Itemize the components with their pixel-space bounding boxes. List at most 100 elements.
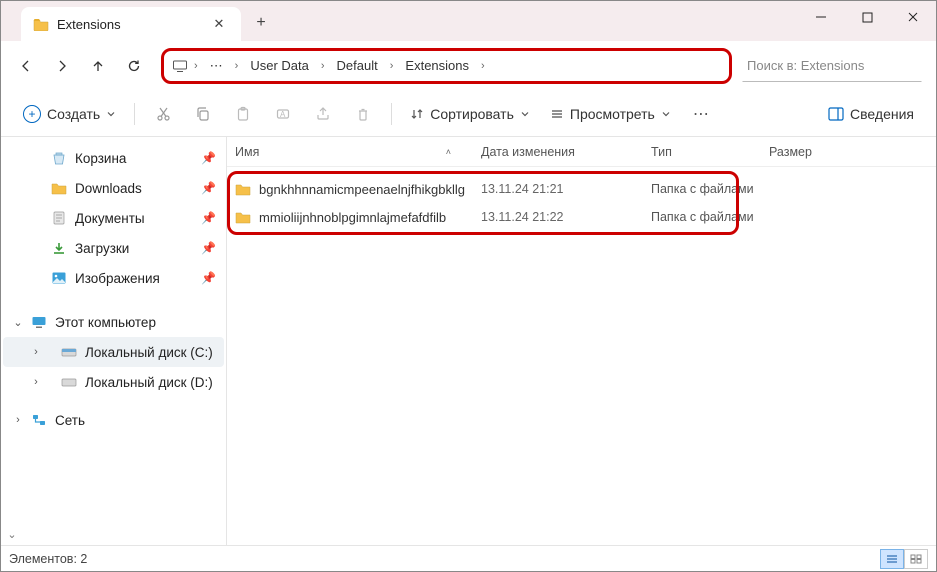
refresh-button[interactable] [117,49,151,83]
column-name[interactable]: Имя ˄ [235,145,481,159]
paste-button[interactable] [225,98,261,130]
chevron-right-icon[interactable]: › [233,60,241,72]
cut-button[interactable] [145,98,181,130]
details-label: Сведения [850,106,914,122]
breadcrumb-segment[interactable]: Extensions [399,54,475,77]
copy-button[interactable] [185,98,221,130]
recycle-bin-icon [51,151,67,165]
table-row[interactable]: mmioliijnhnoblpgimnlajmefafdfilb 13.11.2… [227,203,936,231]
sidebar-item-recycle[interactable]: Корзина 📌 [3,143,224,173]
sort-label: Сортировать [430,106,514,122]
expand-toggle[interactable]: › [29,346,43,358]
view-toggle [880,549,928,569]
table-row[interactable]: bgnkhhnnamicmpeenaelnjfhikgbkllg 13.11.2… [227,175,936,203]
up-button[interactable] [81,49,115,83]
pc-icon [172,59,188,73]
rename-button[interactable]: A [265,98,301,130]
sort-icon [410,107,424,121]
chevron-down-icon [661,109,671,119]
breadcrumb-segment[interactable]: Default [331,54,384,77]
file-date: 13.11.24 21:21 [481,182,651,196]
expand-toggle[interactable]: › [11,414,25,426]
sidebar-item-network[interactable]: › Сеть [3,405,224,435]
sidebar-item-images[interactable]: Изображения 📌 [3,263,224,293]
sidebar-item-drive-d[interactable]: › Локальный диск (D:) [3,367,224,397]
maximize-button[interactable] [844,1,890,33]
sidebar-item-thispc[interactable]: ⌄ Этот компьютер [3,307,224,337]
tab-close-button[interactable]: ✕ [207,12,231,36]
rows-container: bgnkhhnnamicmpeenaelnjfhikgbkllg 13.11.2… [227,167,936,231]
file-name: mmioliijnhnoblpgimnlajmefafdfilb [259,210,446,225]
details-pane-button[interactable]: Сведения [820,98,922,130]
column-size[interactable]: Размер [769,145,849,159]
separator [134,103,135,125]
view-label: Просмотреть [570,106,655,122]
share-button[interactable] [305,98,341,130]
pin-icon: 📌 [201,181,216,195]
download-icon [51,241,67,255]
sidebar-item-documents[interactable]: Документы 📌 [3,203,224,233]
file-type: Папка с файлами [651,210,769,224]
view-button[interactable]: Просмотреть [542,98,679,130]
folder-icon [33,17,49,31]
address-bar-row: › ⋯ › User Data › Default › Extensions ›… [1,41,936,91]
delete-button[interactable] [345,98,381,130]
column-headers[interactable]: Имя ˄ Дата изменения Тип Размер [227,137,936,167]
sidebar-label: Корзина [75,151,126,166]
plus-circle-icon: + [23,105,41,123]
tab-extensions[interactable]: Extensions ✕ [21,7,241,41]
sidebar-item-drive-c[interactable]: › Локальный диск (C:) [3,337,224,367]
titlebar: Extensions ✕ + [1,1,936,41]
status-bar: Элементов: 2 [1,545,936,571]
sidebar-item-downloads[interactable]: Downloads 📌 [3,173,224,203]
sidebar-label: Изображения [75,271,160,286]
chevron-right-icon[interactable]: › [192,60,200,72]
pin-icon: 📌 [201,151,216,165]
close-window-button[interactable] [890,1,936,33]
sidebar-item-zagruzki[interactable]: Загрузки 📌 [3,233,224,263]
breadcrumb[interactable]: › ⋯ › User Data › Default › Extensions › [161,48,732,84]
chevron-down-icon [520,109,530,119]
file-list: Имя ˄ Дата изменения Тип Размер bgnkhhnn… [227,137,936,545]
sidebar-label: Локальный диск (C:) [85,345,213,360]
column-type[interactable]: Тип [651,145,769,159]
svg-text:A: A [280,110,286,119]
sidebar-label: Этот компьютер [55,315,156,330]
separator [391,103,392,125]
body: Корзина 📌 Downloads 📌 Документы 📌 Загруз… [1,137,936,545]
toolbar: + Создать A Сортировать Просмотреть ⋯ Св… [1,91,936,137]
file-date: 13.11.24 21:22 [481,210,651,224]
create-button[interactable]: + Создать [15,98,124,130]
sidebar-label: Документы [75,211,145,226]
chevron-right-icon[interactable]: › [388,60,396,72]
view-large-icons-button[interactable] [904,549,928,569]
sidebar-label: Загрузки [75,241,129,256]
details-pane-icon [828,107,844,121]
column-date[interactable]: Дата изменения [481,145,651,159]
search-input[interactable]: Поиск в: Extensions [742,50,922,82]
sidebar-label: Downloads [75,181,142,196]
chevron-down-icon [106,109,116,119]
forward-button[interactable] [45,49,79,83]
view-details-button[interactable] [880,549,904,569]
breadcrumb-ellipsis[interactable]: ⋯ [204,54,229,78]
explorer-window: Extensions ✕ + › ⋯ › User Data › Default… [0,0,937,572]
drive-icon [61,375,77,389]
expand-toggle[interactable]: › [29,376,43,388]
new-tab-button[interactable]: + [245,7,277,39]
sort-button[interactable]: Сортировать [402,98,538,130]
chevron-right-icon[interactable]: › [319,60,327,72]
minimize-button[interactable] [798,1,844,33]
tab-title: Extensions [57,17,121,32]
navigation-tree[interactable]: Корзина 📌 Downloads 📌 Документы 📌 Загруз… [1,137,227,545]
pin-icon: 📌 [201,211,216,225]
folder-icon [235,182,251,196]
pin-icon: 📌 [201,241,216,255]
back-button[interactable] [9,49,43,83]
expand-toggle[interactable]: ⌄ [11,316,25,329]
breadcrumb-segment[interactable]: User Data [244,54,315,77]
search-placeholder: Поиск в: Extensions [747,58,864,73]
more-button[interactable]: ⋯ [683,98,719,130]
scroll-corner-icon: ⌄ [3,525,21,543]
chevron-right-icon[interactable]: › [479,60,487,72]
